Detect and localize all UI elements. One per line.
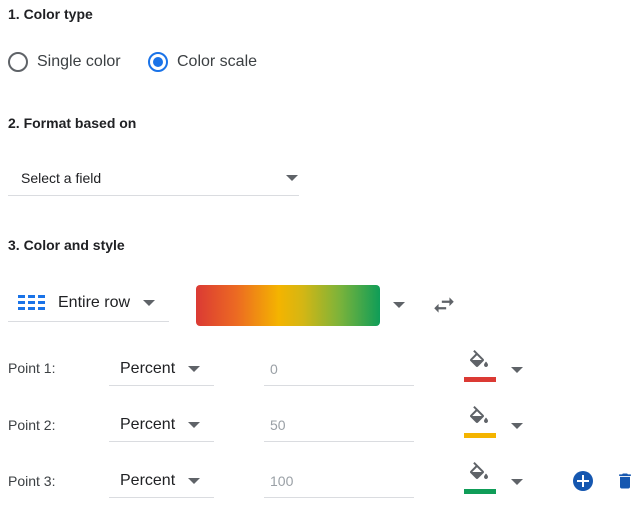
point-type-select[interactable]: Percent — [109, 352, 214, 386]
section-title-color-and-style: 3. Color and style — [8, 237, 125, 253]
color-dropdown-chevron-icon[interactable] — [511, 423, 523, 429]
color-dropdown-chevron-icon[interactable] — [511, 367, 523, 373]
color-swatch — [464, 377, 496, 382]
chevron-down-icon — [286, 175, 298, 181]
point-type-value: Percent — [120, 359, 176, 377]
format-field-select[interactable]: Select a field — [8, 160, 299, 196]
paint-bucket-icon — [466, 350, 496, 374]
point-value-input[interactable]: 100 — [264, 464, 414, 498]
chevron-down-icon — [188, 366, 200, 372]
point-label: Point 3: — [8, 473, 56, 489]
radio-single-color-indicator[interactable] — [8, 52, 28, 72]
radio-single-color-label: Single color — [37, 53, 121, 70]
apply-to-select[interactable]: Entire row — [8, 285, 169, 322]
point-type-select[interactable]: Percent — [109, 408, 214, 442]
point-label: Point 2: — [8, 417, 56, 433]
paint-bucket-icon — [466, 462, 496, 486]
point-type-value: Percent — [120, 471, 176, 489]
color-dropdown-chevron-icon[interactable] — [511, 479, 523, 485]
fill-color-button[interactable] — [464, 406, 496, 438]
color-swatch — [464, 433, 496, 438]
section-title-format-based-on: 2. Format based on — [8, 115, 137, 131]
chevron-down-icon — [188, 478, 200, 484]
point-value-input[interactable]: 50 — [264, 408, 414, 442]
chevron-down-icon — [188, 422, 200, 428]
radio-color-scale[interactable]: Color scale — [148, 52, 257, 72]
trash-icon[interactable] — [615, 469, 635, 493]
point-value-input[interactable]: 0 — [264, 352, 414, 386]
radio-color-scale-indicator[interactable] — [148, 52, 168, 72]
point-label: Point 1: — [8, 360, 56, 376]
radio-single-color[interactable]: Single color — [8, 52, 121, 72]
gradient-dropdown-chevron-icon[interactable] — [393, 302, 405, 308]
format-field-value: Select a field — [21, 169, 102, 186]
color-scale-gradient[interactable] — [196, 285, 380, 326]
radio-color-scale-label: Color scale — [177, 53, 258, 70]
add-circle-icon[interactable] — [572, 470, 594, 492]
color-swatch — [464, 489, 496, 494]
point-type-select[interactable]: Percent — [109, 464, 214, 498]
section-title-color-type: 1. Color type — [8, 6, 93, 22]
chevron-down-icon — [143, 300, 155, 306]
fill-color-button[interactable] — [464, 350, 496, 382]
fill-color-button[interactable] — [464, 462, 496, 494]
swap-horiz-icon[interactable] — [431, 292, 457, 318]
apply-to-value: Entire row — [58, 294, 131, 311]
table-rows-icon — [18, 295, 46, 311]
paint-bucket-icon — [466, 406, 496, 430]
point-type-value: Percent — [120, 415, 176, 433]
